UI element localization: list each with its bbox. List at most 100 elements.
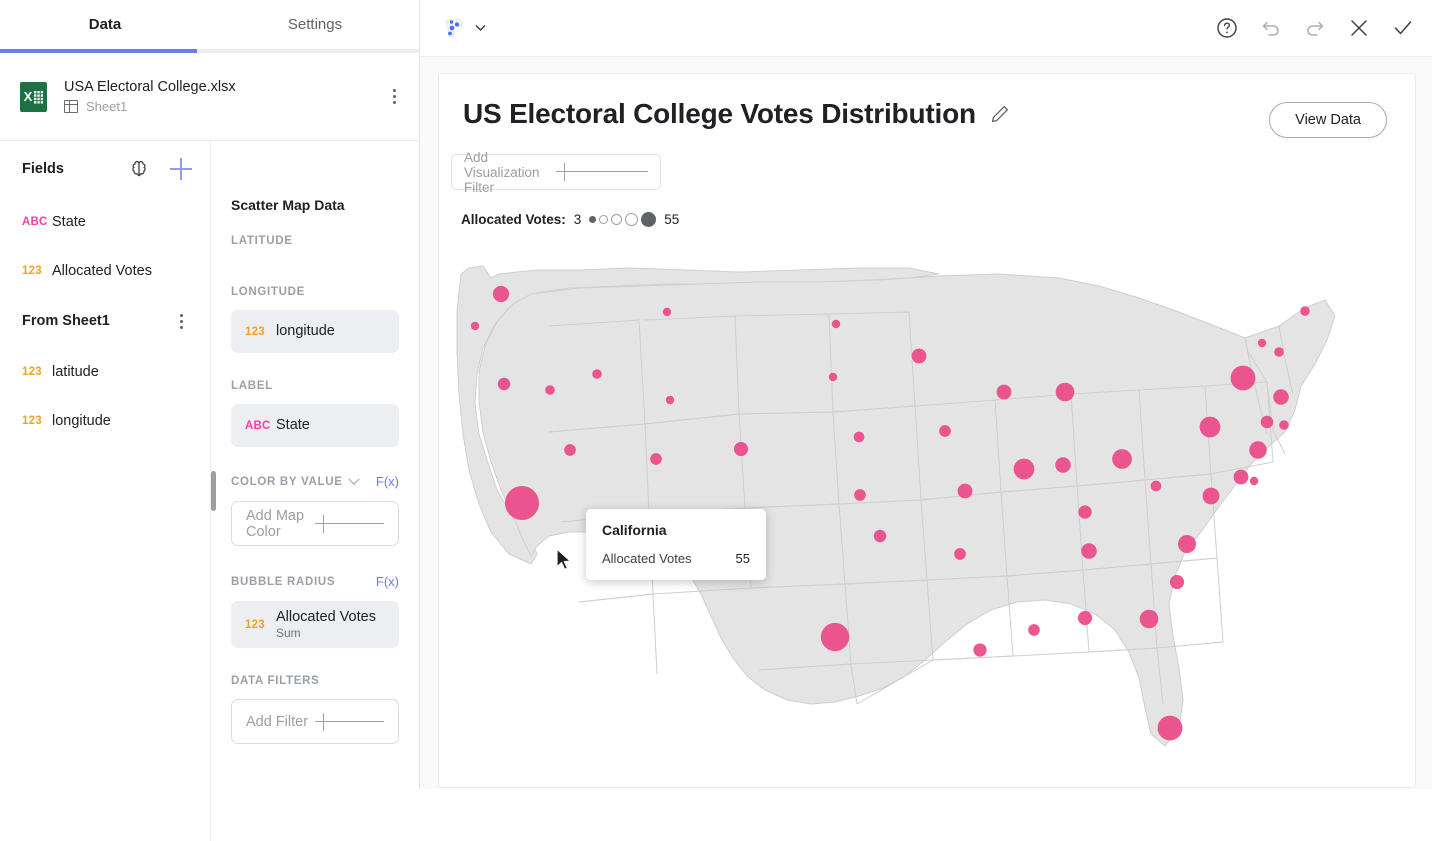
view-data-button[interactable]: View Data xyxy=(1269,102,1387,138)
longitude-chip[interactable]: 123 longitude xyxy=(231,310,399,353)
chevron-down-icon[interactable] xyxy=(348,473,359,484)
map-bubble[interactable] xyxy=(545,385,555,395)
map-bubble[interactable] xyxy=(1231,366,1256,391)
chip-label: Allocated Votes xyxy=(276,608,376,626)
map-bubble[interactable] xyxy=(997,385,1012,400)
map-bubble[interactable] xyxy=(1250,477,1258,485)
map-bubble[interactable] xyxy=(1056,383,1075,402)
map-bubble[interactable] xyxy=(821,623,849,651)
map-bubble[interactable] xyxy=(564,444,576,456)
map-bubble[interactable] xyxy=(973,643,986,656)
tab-underline-track xyxy=(0,49,420,53)
map-bubble[interactable] xyxy=(471,322,479,330)
map-bubble[interactable] xyxy=(854,489,866,501)
map-bubble[interactable] xyxy=(1055,457,1071,473)
field-item-latitude[interactable]: 123 latitude xyxy=(0,347,210,396)
tab-data-label: Data xyxy=(89,16,122,33)
map-bubble[interactable] xyxy=(1279,420,1289,430)
excel-icon-grid xyxy=(33,90,43,104)
field-item-longitude[interactable]: 123 longitude xyxy=(0,396,210,445)
bubble-radius-fx-button[interactable]: F(x) xyxy=(376,574,399,589)
brain-icon[interactable] xyxy=(128,158,150,180)
map-bubble[interactable] xyxy=(1249,441,1266,458)
pencil-icon[interactable] xyxy=(990,104,1010,124)
datasource-filename: USA Electoral College.xlsx xyxy=(64,79,383,95)
chart-type-selector[interactable] xyxy=(442,15,486,41)
map-bubble[interactable] xyxy=(505,486,539,520)
tab-active-indicator xyxy=(0,49,197,53)
close-icon[interactable] xyxy=(1348,17,1370,39)
legend-title: Allocated Votes: xyxy=(461,212,566,227)
help-icon[interactable] xyxy=(1216,17,1238,39)
map-bubble[interactable] xyxy=(666,396,674,404)
chip-type-badge: 123 xyxy=(245,326,276,338)
map-bubble[interactable] xyxy=(734,442,748,456)
panel-scrollbar[interactable] xyxy=(211,141,216,841)
map-bubble[interactable] xyxy=(958,484,973,499)
confirm-check-icon[interactable] xyxy=(1392,17,1414,39)
map-bubble[interactable] xyxy=(1200,417,1221,438)
add-visualization-filter-button[interactable]: Add Visualization Filter xyxy=(451,154,661,190)
field-label: Allocated Votes xyxy=(52,263,152,279)
map-bubble[interactable] xyxy=(1081,543,1097,559)
add-field-button[interactable] xyxy=(170,158,192,180)
panel-columns: Fields ABC State 123 Allocated Votes xyxy=(0,141,419,841)
map-bubble[interactable] xyxy=(1112,449,1132,469)
section-label-text: COLOR BY VALUE xyxy=(231,476,343,488)
map-container[interactable]: California Allocated Votes 55 xyxy=(439,264,1415,784)
datasource-menu-button[interactable] xyxy=(383,84,405,110)
datasource-sheet-name: Sheet1 xyxy=(86,99,127,114)
label-chip[interactable]: ABC State xyxy=(231,404,399,447)
map-bubble[interactable] xyxy=(1151,481,1162,492)
tab-data[interactable]: Data xyxy=(0,0,210,49)
map-bubble[interactable] xyxy=(663,308,671,316)
legend-dot-4 xyxy=(625,213,638,226)
tooltip-metric-label: Allocated Votes xyxy=(602,551,736,566)
map-bubble[interactable] xyxy=(1158,716,1183,741)
map-landmass xyxy=(457,266,1335,746)
color-fx-button[interactable]: F(x) xyxy=(376,474,399,489)
map-bubble[interactable] xyxy=(1178,535,1196,553)
map-bubble[interactable] xyxy=(954,548,966,560)
add-map-color-button[interactable]: Add Map Color xyxy=(231,501,399,546)
field-item-allocated-votes[interactable]: 123 Allocated Votes xyxy=(0,246,210,295)
field-type-badge: 123 xyxy=(22,366,52,378)
map-bubble[interactable] xyxy=(1078,505,1091,518)
map-bubble[interactable] xyxy=(498,378,511,391)
map-bubble[interactable] xyxy=(1273,389,1289,405)
undo-icon[interactable] xyxy=(1260,17,1282,39)
map-bubble[interactable] xyxy=(1274,347,1284,357)
map-bubble[interactable] xyxy=(1028,624,1040,636)
map-bubble[interactable] xyxy=(1014,459,1035,480)
map-bubble[interactable] xyxy=(1170,575,1184,589)
add-filter-button[interactable]: Add Filter xyxy=(231,699,399,744)
map-bubble[interactable] xyxy=(592,369,602,379)
field-item-state[interactable]: ABC State xyxy=(0,197,210,246)
tab-settings[interactable]: Settings xyxy=(210,0,420,49)
panel-scrollbar-thumb[interactable] xyxy=(211,471,216,511)
map-bubble[interactable] xyxy=(650,453,662,465)
map-bubble[interactable] xyxy=(854,432,865,443)
map-bubble[interactable] xyxy=(832,320,840,328)
map-bubble[interactable] xyxy=(874,530,887,543)
map-bubble[interactable] xyxy=(1078,611,1092,625)
map-bubble[interactable] xyxy=(493,286,509,302)
add-filter-label: Add Filter xyxy=(246,714,315,730)
latitude-dropzone[interactable] xyxy=(231,259,399,286)
map-bubble[interactable] xyxy=(1258,339,1266,347)
section-label-label: LABEL xyxy=(231,380,399,392)
datasource-row[interactable]: X USA Electoral College.xlsx Sheet1 xyxy=(0,53,419,141)
redo-icon[interactable] xyxy=(1304,17,1326,39)
map-bubble[interactable] xyxy=(829,373,837,381)
map-bubble[interactable] xyxy=(1261,416,1274,429)
map-bubble[interactable] xyxy=(1234,470,1249,485)
toolbar xyxy=(420,0,1432,57)
map-bubble[interactable] xyxy=(912,349,927,364)
map-bubble[interactable] xyxy=(939,425,951,437)
bubble-radius-chip[interactable]: 123 Allocated Votes Sum xyxy=(231,601,399,648)
map-bubble[interactable] xyxy=(1300,306,1310,316)
map-bubble[interactable] xyxy=(1203,488,1220,505)
field-group-menu-button[interactable] xyxy=(170,308,192,334)
field-label: State xyxy=(52,214,86,230)
map-bubble[interactable] xyxy=(1140,610,1159,629)
